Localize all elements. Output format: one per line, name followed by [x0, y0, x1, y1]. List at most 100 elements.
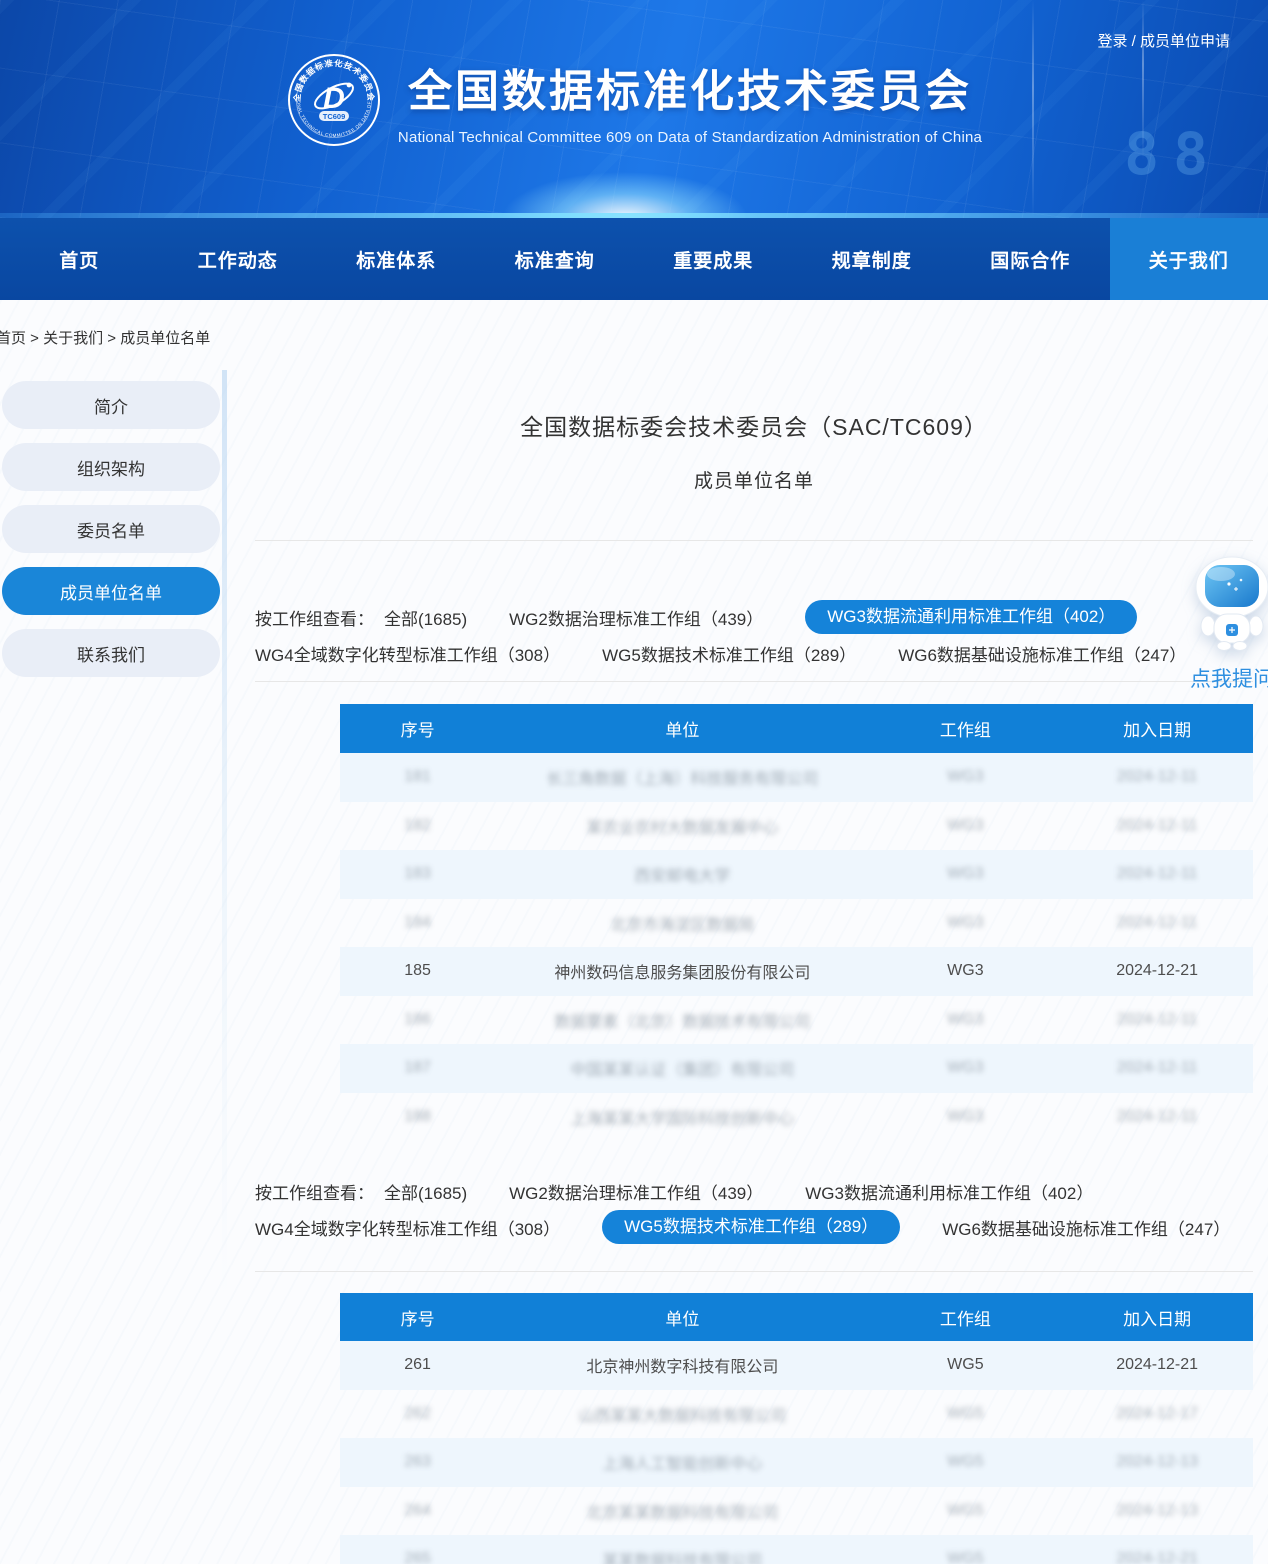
sidebar-item[interactable]: 简介 — [2, 381, 220, 429]
site-subtitle-en: National Technical Committee 609 on Data… — [398, 129, 982, 146]
filter-option[interactable]: WG4全域数字化转型标准工作组（308） — [255, 1215, 560, 1240]
table-header-cell: 单位 — [495, 1293, 869, 1341]
cell-join-date: 2024-12-21 — [1061, 947, 1253, 996]
nav-item-label: 标准体系 — [356, 246, 436, 273]
banner-glow-decor — [455, 138, 795, 218]
committee-logo[interactable]: 全国数据标准化技术委员会 NATIONAL TECHNICAL COMMITTE… — [286, 52, 382, 148]
nav-item-label: 国际合作 — [990, 246, 1070, 273]
cell-join-date: 2024-12-11 — [1061, 802, 1253, 851]
nav-item[interactable]: 工作动态 — [159, 218, 318, 300]
sidebar-item[interactable]: 组织架构 — [2, 443, 220, 491]
filter-group-wg3: 按工作组查看： 全部(1685)WG2数据治理标准工作组（439）WG3数据流通… — [255, 600, 1253, 670]
cell-unit: 某农业农村大数据发展中心 — [495, 802, 869, 851]
filter-option[interactable]: WG6数据基础设施标准工作组（247） — [942, 1215, 1230, 1240]
svg-text:TC609: TC609 — [323, 112, 346, 121]
cell-workgroup: WG5 — [870, 1535, 1062, 1564]
member-table: 序号单位工作组加入日期 181 长三角数据（上海）科技服务有限公司 WG3 20… — [340, 704, 1253, 1141]
cell-unit: 神州数码信息服务集团股份有限公司 — [495, 947, 869, 996]
sidebar-item-label: 组织架构 — [77, 455, 145, 480]
assistant-robot-icon[interactable] — [1193, 556, 1268, 652]
nav-item[interactable]: 标准查询 — [476, 218, 635, 300]
login-apply-links[interactable]: 登录 / 成员单位申请 — [1097, 30, 1230, 51]
nav-item-label: 标准查询 — [515, 246, 595, 273]
nav-item-label: 重要成果 — [673, 246, 753, 273]
table-header-cell: 序号 — [340, 704, 495, 753]
cell-no: 263 — [340, 1438, 495, 1487]
page-title: 全国数据标委会技术委员会（SAC/TC609） — [255, 408, 1253, 442]
content-area: 首页 > 关于我们 > 成员单位名单 简介 组织架构 委员名单 成员单位名单 联… — [0, 300, 1268, 1564]
sidebar-item[interactable]: 委员名单 — [2, 505, 220, 553]
cell-workgroup: WG3 — [870, 899, 1062, 948]
table-row: 182 某农业农村大数据发展中心 WG3 2024-12-11 — [340, 802, 1253, 851]
cell-unit: 长三角数据（上海）科技服务有限公司 — [495, 753, 869, 802]
assistant-widget[interactable]: 点我提问 — [1186, 556, 1268, 693]
breadcrumb-bar: 首页 > 关于我们 > 成员单位名单 — [0, 300, 1268, 370]
header-banner: 88 全国数据标准化技术委员会 NATIONAL TECHNICAL COMMI… — [0, 0, 1268, 218]
table-header-cell: 工作组 — [870, 1293, 1062, 1341]
sidebar-item-label: 简介 — [94, 393, 128, 418]
page-subtitle: 成员单位名单 — [255, 466, 1253, 493]
cell-workgroup: WG5 — [870, 1341, 1062, 1390]
cell-workgroup: WG3 — [870, 947, 1062, 996]
nav-item[interactable]: 标准体系 — [317, 218, 476, 300]
cell-workgroup: WG5 — [870, 1487, 1062, 1536]
member-table: 序号单位工作组加入日期 261 北京神州数字科技有限公司 WG5 2024-12… — [340, 1293, 1253, 1564]
table-header-cell: 序号 — [340, 1293, 495, 1341]
nav-item[interactable]: 首页 — [0, 218, 159, 300]
sidebar: 简介 组织架构 委员名单 成员单位名单 联系我们 — [0, 370, 220, 691]
table-row: 263 上海人工智能创新中心 WG5 2024-12-13 — [340, 1438, 1253, 1487]
cell-no: 181 — [340, 753, 495, 802]
filter-option[interactable]: WG5数据技术标准工作组（289） — [602, 641, 856, 666]
filter-option[interactable]: WG2数据治理标准工作组（439） — [509, 1179, 763, 1204]
cell-no: 186 — [340, 996, 495, 1045]
filter-option[interactable]: 全部(1685) — [384, 605, 467, 630]
table-row: 186 数据要素（北京）数据技术有限公司 WG3 2024-12-11 — [340, 996, 1253, 1045]
sidebar-divider — [222, 370, 227, 1300]
nav-item[interactable]: 重要成果 — [634, 218, 793, 300]
sidebar-item-label: 委员名单 — [77, 517, 145, 542]
nav-item[interactable]: 规章制度 — [793, 218, 952, 300]
breadcrumb[interactable]: 首页 > 关于我们 > 成员单位名单 — [0, 327, 1268, 348]
cell-no: 261 — [340, 1341, 495, 1390]
cell-workgroup: WG3 — [870, 753, 1062, 802]
table-row: 181 长三角数据（上海）科技服务有限公司 WG3 2024-12-11 — [340, 753, 1253, 802]
cell-unit: 西安邮电大学 — [495, 850, 869, 899]
cell-no: 184 — [340, 899, 495, 948]
cell-unit: 某某数据科技有限公司 — [495, 1535, 869, 1564]
cell-unit: 上海某某大学国际科技创新中心 — [495, 1093, 869, 1142]
cell-join-date: 2024-12-11 — [1061, 996, 1253, 1045]
cell-join-date: 2024-12-13 — [1061, 1438, 1253, 1487]
filter-option[interactable]: WG2数据治理标准工作组（439） — [509, 605, 763, 630]
table-row: 265 某某数据科技有限公司 WG5 2024-12-21 — [340, 1535, 1253, 1564]
sidebar-item[interactable]: 成员单位名单 — [2, 567, 220, 615]
cell-no: 188 — [340, 1093, 495, 1142]
cell-no: 262 — [340, 1390, 495, 1439]
filter-option[interactable]: WG5数据技术标准工作组（289） — [602, 1210, 900, 1244]
cell-workgroup: WG3 — [870, 802, 1062, 851]
filter-option[interactable]: WG4全域数字化转型标准工作组（308） — [255, 641, 560, 666]
table-header-cell: 加入日期 — [1061, 1293, 1253, 1341]
filter-option[interactable]: WG3数据流通利用标准工作组（402） — [805, 1179, 1093, 1204]
table-header-cell: 单位 — [495, 704, 869, 753]
sidebar-item[interactable]: 联系我们 — [2, 629, 220, 677]
cell-join-date: 2024-12-11 — [1061, 1044, 1253, 1093]
divider — [255, 681, 1253, 682]
filter-group-label: 按工作组查看： — [255, 1179, 374, 1204]
cell-workgroup: WG3 — [870, 850, 1062, 899]
nav-item[interactable]: 国际合作 — [951, 218, 1110, 300]
table-row: 183 西安邮电大学 WG3 2024-12-11 — [340, 850, 1253, 899]
cell-unit: 北京神州数字科技有限公司 — [495, 1341, 869, 1390]
cell-unit: 北京市海淀区数据局 — [495, 899, 869, 948]
cell-workgroup: WG5 — [870, 1390, 1062, 1439]
filter-option[interactable]: 全部(1685) — [384, 1179, 467, 1204]
divider — [255, 540, 1253, 541]
assistant-label[interactable]: 点我提问 — [1186, 663, 1268, 693]
cell-join-date: 2024-12-11 — [1061, 1093, 1253, 1142]
filter-option[interactable]: WG3数据流通利用标准工作组（402） — [805, 600, 1137, 634]
cell-workgroup: WG3 — [870, 1044, 1062, 1093]
nav-item[interactable]: 关于我们 — [1110, 218, 1268, 300]
filter-option[interactable]: WG6数据基础设施标准工作组（247） — [898, 641, 1186, 666]
sidebar-item-label: 联系我们 — [77, 641, 145, 666]
cell-unit: 上海人工智能创新中心 — [495, 1438, 869, 1487]
nav-item-label: 工作动态 — [198, 246, 278, 273]
